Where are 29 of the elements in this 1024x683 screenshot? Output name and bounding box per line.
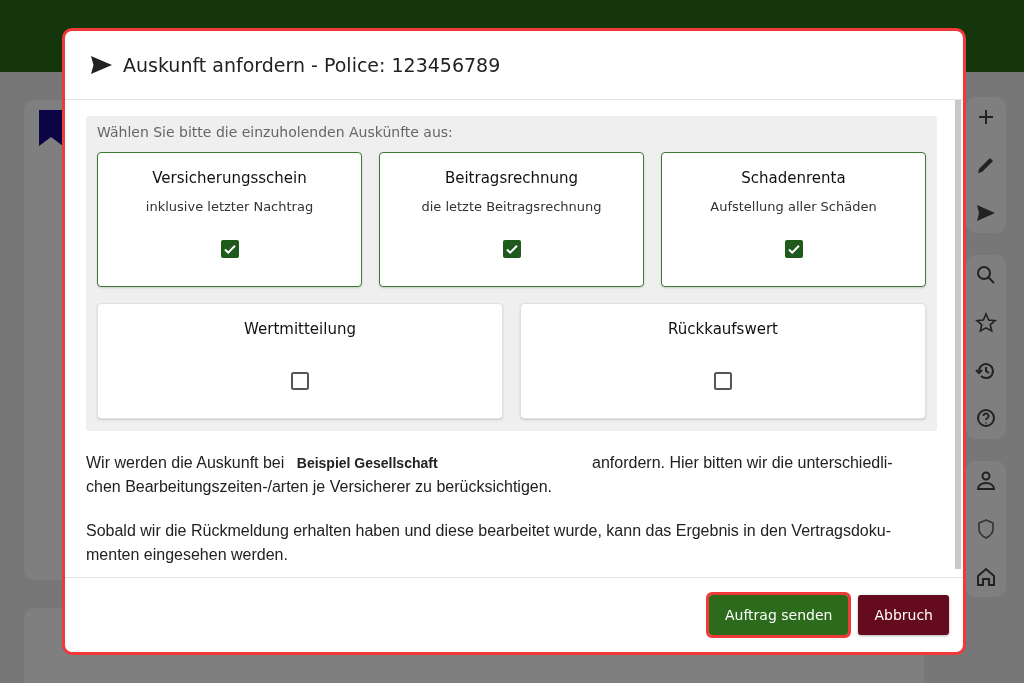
dialog-title: Auskunft anfordern - Police: 123456789 — [123, 54, 501, 76]
bookmark-icon — [39, 110, 63, 146]
option-card[interactable]: Schadenrenta Aufstellung aller Schäden — [661, 152, 926, 287]
info-text-line: menten eingesehen werden. — [86, 545, 288, 565]
checkbox[interactable] — [502, 240, 521, 258]
option-title: Beitragsrechnung — [444, 169, 579, 187]
instruction-text: Wählen Sie bitte die einzuholenden Auskünfte aus: — [97, 124, 454, 140]
option-title: Versicherungsschein — [152, 169, 307, 187]
cancel-button[interactable]: Abbruch — [858, 595, 949, 635]
scrollbar[interactable] — [955, 100, 961, 569]
option-card[interactable]: Rückkaufswert — [520, 303, 926, 419]
checkbox[interactable] — [714, 372, 732, 390]
option-title: Rückkaufswert — [668, 320, 778, 338]
option-card[interactable]: Versicherungsschein inklusive letzter Nachtrag — [97, 152, 362, 287]
checkbox[interactable] — [784, 240, 803, 258]
checkbox[interactable] — [220, 240, 239, 258]
send-icon — [89, 53, 113, 77]
option-title: Schadenrenta — [741, 169, 846, 187]
info-text-line: Sobald wir die Rückmeldung erhalten haben und diese bearbeitet wurde, kann das Ergebnis in den Vertragsdoku- — [86, 521, 891, 541]
option-description: Aufstellung aller Schäden — [710, 199, 877, 214]
option-card[interactable]: Wertmitteilung — [97, 303, 503, 419]
option-description: inklusive letzter Nachtrag — [145, 199, 314, 214]
option-title: Wertmitteilung — [244, 320, 356, 338]
option-description: die letzte Beitragsrechnung — [421, 199, 602, 214]
checkbox[interactable] — [291, 372, 309, 390]
info-text-line: Wir werden die Auskunft bei Beispiel Gesellschaft anfordern. Hier bitten wir die unterschiedli- — [86, 453, 893, 473]
option-card[interactable]: Beitragsrechnung die letzte Beitragsrechnung — [379, 152, 644, 287]
send-button[interactable]: Auftrag senden — [709, 595, 849, 635]
info-text-line: chen Bearbeitungszeiten-/arten je Versicherer zu berücksichtigen. — [86, 477, 553, 497]
